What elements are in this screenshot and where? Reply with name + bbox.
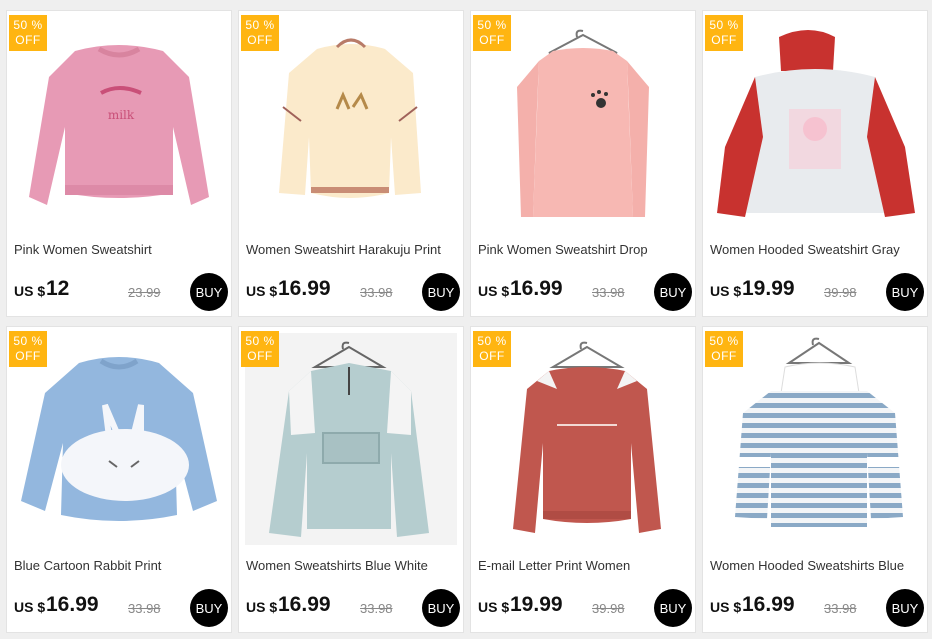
currency-label: US $ [710,283,742,299]
original-price: 33.98 [128,601,161,616]
price-row: US $ 12 23.99 BUY [14,273,228,311]
price-row: US $ 16.99 33.98 BUY [14,589,228,627]
product-title[interactable]: Women Hooded Sweatshirt Gray [710,242,924,257]
sale-price: 16.99 [510,277,563,300]
svg-text:milk: milk [108,108,135,122]
original-price: 33.98 [360,601,393,616]
product-card[interactable]: 50 % OFF E-mail Letter Print Women US $ 1… [470,326,696,633]
sale-price: 19.99 [742,277,795,300]
currency-label: US $ [478,599,510,615]
original-price: 33.98 [592,285,625,300]
product-title[interactable]: Women Sweatshirt Harakuju Print [246,242,460,257]
currency-label: US $ [14,283,46,299]
discount-badge: 50 % OFF [473,15,511,51]
product-card[interactable]: milk 50 % OFF Pink Women Sweatshirt US $ … [6,10,232,317]
buy-button[interactable]: BUY [886,589,924,627]
sale-price: 19.99 [510,593,563,616]
product-title[interactable]: Blue Cartoon Rabbit Print [14,558,228,573]
discount-badge: 50 % OFF [705,331,743,367]
currency-label: US $ [246,283,278,299]
sale-price: 16.99 [278,277,331,300]
sale-price: 12 [46,277,70,300]
product-title[interactable]: Women Sweatshirts Blue White [246,558,460,573]
product-card[interactable]: 50 % OFF Women Sweatshirt Harakuju Print … [238,10,464,317]
discount-badge: 50 % OFF [241,331,279,367]
product-card[interactable]: 50 % OFF Pink Women Sweatshirt Drop US $ … [470,10,696,317]
sale-price: 16.99 [742,593,795,616]
original-price: 33.98 [360,285,393,300]
price-row: US $ 19.99 39.98 BUY [710,273,924,311]
buy-button[interactable]: BUY [422,589,460,627]
product-title[interactable]: Pink Women Sweatshirt Drop [478,242,692,257]
product-title[interactable]: Pink Women Sweatshirt [14,242,228,257]
sale-price: 16.99 [278,593,331,616]
original-price: 39.98 [824,285,857,300]
buy-button[interactable]: BUY [886,273,924,311]
buy-button[interactable]: BUY [422,273,460,311]
original-price: 33.98 [824,601,857,616]
price-row: US $ 16.99 33.98 BUY [710,589,924,627]
product-card[interactable]: 50 % OFF Women Hooded Sweatshirt Gray US … [702,10,928,317]
product-card[interactable]: 50 % OFF Blue Cartoon Rabbit Print US $ 1… [6,326,232,633]
original-price: 23.99 [128,285,161,300]
original-price: 39.98 [592,601,625,616]
buy-button[interactable]: BUY [654,589,692,627]
currency-label: US $ [14,599,46,615]
price-row: US $ 16.99 33.98 BUY [478,273,692,311]
product-card[interactable]: 50 % OFF Women Sweatshirts Blue White US … [238,326,464,633]
currency-label: US $ [246,599,278,615]
discount-badge: 50 % OFF [705,15,743,51]
product-title[interactable]: E-mail Letter Print Women [478,558,692,573]
product-grid: milk 50 % OFF Pink Women Sweatshirt US $ … [6,10,928,636]
currency-label: US $ [710,599,742,615]
price-row: US $ 19.99 39.98 BUY [478,589,692,627]
price-row: US $ 16.99 33.98 BUY [246,589,460,627]
discount-badge: 50 % OFF [9,331,47,367]
buy-button[interactable]: BUY [654,273,692,311]
buy-button[interactable]: BUY [190,273,228,311]
product-title[interactable]: Women Hooded Sweatshirts Blue [710,558,924,573]
buy-button[interactable]: BUY [190,589,228,627]
discount-badge: 50 % OFF [473,331,511,367]
sale-price: 16.99 [46,593,99,616]
product-card[interactable]: 50 % OFF Women Hooded Sweatshirts Blue US… [702,326,928,633]
currency-label: US $ [478,283,510,299]
price-row: US $ 16.99 33.98 BUY [246,273,460,311]
discount-badge: 50 % OFF [9,15,47,51]
discount-badge: 50 % OFF [241,15,279,51]
